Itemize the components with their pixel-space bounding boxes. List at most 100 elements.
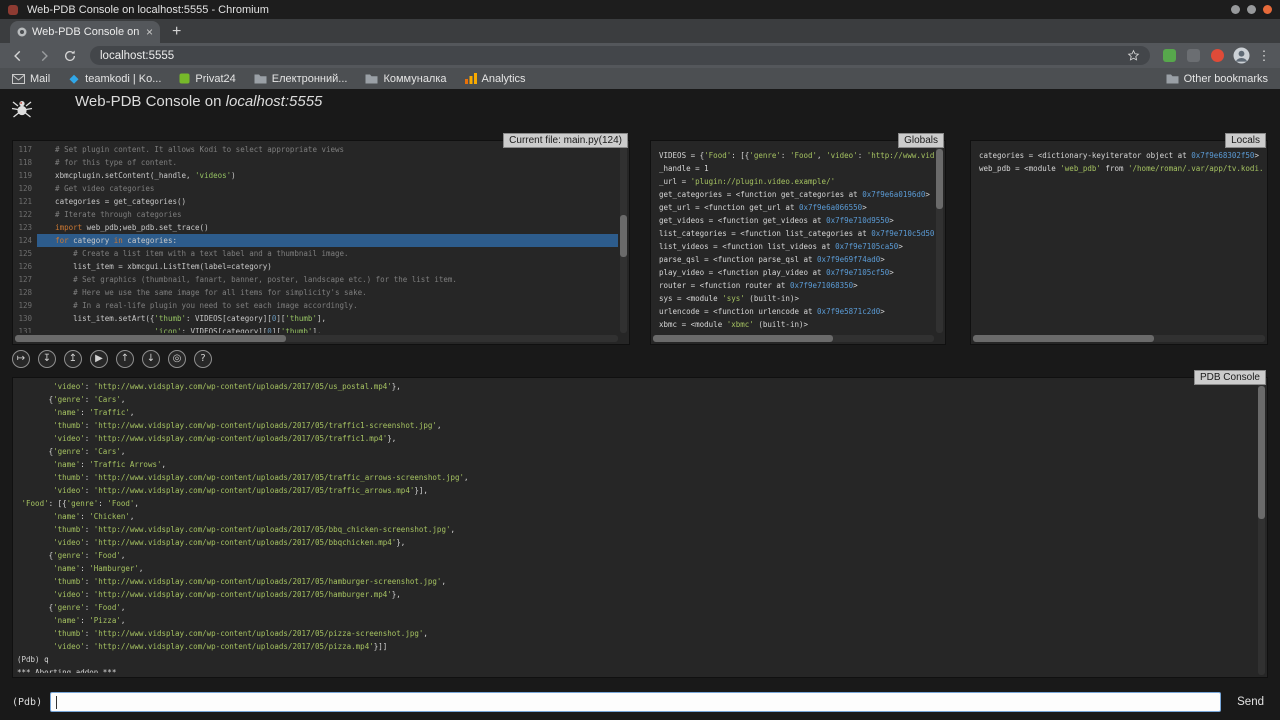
maximize-button[interactable] [1247, 5, 1256, 14]
output-line: sys = <module 'sys' (built-in)> [659, 292, 934, 305]
return-button[interactable]: ↥ [64, 350, 82, 368]
current-file-label: Current file: main.py(124) [503, 133, 628, 148]
output-line: parse_qsl = <function parse_qsl at 0x7f9… [659, 253, 934, 266]
line-number: 124 [15, 234, 37, 247]
bookmark-star-icon[interactable] [1127, 49, 1140, 62]
browser-tab[interactable]: Web-PDB Console on localhost:5555 × [10, 21, 160, 43]
send-button[interactable]: Send [1233, 694, 1268, 710]
output-line: 'Food': [{'genre': 'Food', [17, 497, 1256, 510]
window-close-button[interactable] [1263, 5, 1272, 14]
output-line: 'name': 'Traffic', [17, 406, 1256, 419]
bookmark-analytics[interactable]: Analytics [465, 73, 526, 85]
scrollbar-thumb[interactable] [653, 335, 833, 342]
locals-label: Locals [1225, 133, 1266, 148]
output-line: 'video': 'http://www.vidsplay.com/wp-con… [17, 380, 1256, 393]
globals-vertical-scrollbar[interactable] [936, 143, 943, 333]
output-line: (Pdb) q [17, 653, 1256, 666]
prompt-row: (Pdb) Send [12, 690, 1268, 714]
output-line: 'thumb': 'http://www.vidsplay.com/wp-con… [17, 419, 1256, 432]
output-line: _url = 'plugin://plugin.video.example/' [659, 175, 934, 188]
output-line: list_videos = <function list_videos at 0… [659, 240, 934, 253]
output-line: 'name': 'Hamburger', [17, 562, 1256, 575]
code-line: 131 'icon': VIDEOS[category][0]['thumb']… [15, 325, 618, 333]
bookmark-label: Електронний... [272, 73, 348, 85]
forward-icon[interactable] [34, 46, 54, 66]
line-number: 131 [15, 325, 37, 333]
output-line: {'genre': 'Cars', [17, 393, 1256, 406]
globals-list[interactable]: VIDEOS = {'Food': [{'genre': 'Food', 'vi… [659, 149, 934, 333]
down-button[interactable]: ↓ [142, 350, 160, 368]
code-horizontal-scrollbar[interactable] [15, 335, 618, 342]
scrollbar-thumb[interactable] [1258, 386, 1265, 519]
output-line: _handle = 1 [659, 162, 934, 175]
step-button[interactable]: ↧ [38, 350, 56, 368]
extension-icon-2[interactable] [1184, 47, 1202, 65]
code-view[interactable]: 117 # Set plugin content. It allows Kodi… [15, 143, 618, 333]
output-line: 'video': 'http://www.vidsplay.com/wp-con… [17, 588, 1256, 601]
extension-icon-1[interactable] [1160, 47, 1178, 65]
locals-list[interactable]: categories = <dictionary-keyiterator obj… [979, 149, 1263, 333]
bookmark-label: Analytics [482, 73, 526, 85]
code-line: 122 # Iterate through categories [15, 208, 618, 221]
console-output[interactable]: 'video': 'http://www.vidsplay.com/wp-con… [17, 380, 1256, 673]
minimize-button[interactable] [1231, 5, 1240, 14]
url-text[interactable]: localhost:5555 [100, 50, 1119, 62]
code-line: 130 list_item.setArt({'thumb': VIDEOS[ca… [15, 312, 618, 325]
code-line: 126 list_item = xbmcgui.ListItem(label=c… [15, 260, 618, 273]
folder-icon [254, 74, 267, 84]
browser-menu-icon[interactable]: ⋮ [1256, 48, 1272, 64]
output-line: urlencode = <function urlencode at 0x7f9… [659, 305, 934, 318]
bookmark-privat24[interactable]: Privat24 [179, 73, 235, 85]
bookmark-label: Privat24 [195, 73, 235, 85]
continue-button[interactable]: ▶ [90, 350, 108, 368]
output-line: 'video': 'http://www.vidsplay.com/wp-con… [17, 432, 1256, 445]
spider-logo-icon [10, 96, 34, 120]
back-icon[interactable] [8, 46, 28, 66]
console-vertical-scrollbar[interactable] [1258, 380, 1265, 675]
code-line: 125 # Create a list item with a text lab… [15, 247, 618, 260]
where-button[interactable]: ◎ [168, 350, 186, 368]
scrollbar-thumb[interactable] [936, 149, 943, 210]
globals-panel: Globals VIDEOS = {'Food': [{'genre': 'Fo… [650, 140, 946, 345]
globals-label: Globals [898, 133, 944, 148]
page-title-prefix: Web-PDB Console on [75, 93, 226, 110]
bookmark-mail[interactable]: Mail [12, 73, 50, 85]
avatar[interactable] [1232, 47, 1250, 65]
bookmark-kommunalka[interactable]: Коммуналка [365, 73, 446, 85]
help-button[interactable]: ? [194, 350, 212, 368]
next-button[interactable]: ↦ [12, 350, 30, 368]
analytics-icon [465, 73, 477, 84]
code-vertical-scrollbar[interactable] [620, 143, 627, 333]
line-number: 129 [15, 299, 37, 312]
scrollbar-thumb[interactable] [15, 335, 286, 342]
extension-icon-3[interactable] [1208, 47, 1226, 65]
bookmark-label: Коммуналка [383, 73, 446, 85]
new-tab-button[interactable]: + [172, 24, 181, 40]
pdb-prompt-label: (Pdb) [12, 697, 42, 708]
bookmark-electronic[interactable]: Електронний... [254, 73, 348, 85]
locals-horizontal-scrollbar[interactable] [973, 335, 1265, 342]
code-line: 118 # for this type of content. [15, 156, 618, 169]
scrollbar-thumb[interactable] [620, 215, 627, 257]
address-bar[interactable]: localhost:5555 [90, 46, 1150, 65]
output-line: get_videos = <function get_videos at 0x7… [659, 214, 934, 227]
reload-icon[interactable] [60, 46, 80, 66]
globals-horizontal-scrollbar[interactable] [653, 335, 934, 342]
other-bookmarks[interactable]: Other bookmarks [1166, 73, 1268, 85]
tab-close-icon[interactable]: × [146, 26, 153, 38]
output-line: 'thumb': 'http://www.vidsplay.com/wp-con… [17, 471, 1256, 484]
tab-favicon [17, 27, 27, 37]
bookmark-teamkodi[interactable]: teamkodi | Ko... [68, 73, 161, 85]
code-line: 121 categories = get_categories() [15, 195, 618, 208]
web-pdb-page: Web-PDB Console on localhost:5555 Curren… [0, 89, 1280, 720]
line-number: 123 [15, 221, 37, 234]
output-line: get_categories = <function get_categorie… [659, 188, 934, 201]
output-line: 'name': 'Traffic Arrows', [17, 458, 1256, 471]
os-titlebar: Web-PDB Console on localhost:5555 - Chro… [0, 0, 1280, 19]
command-input-field[interactable] [50, 692, 1221, 712]
scrollbar-thumb[interactable] [973, 335, 1154, 342]
output-line: 'thumb': 'http://www.vidsplay.com/wp-con… [17, 627, 1256, 640]
pdb-command-input[interactable] [51, 693, 1220, 711]
pdb-console-panel: PDB Console 'video': 'http://www.vidspla… [12, 377, 1268, 678]
up-button[interactable]: ↑ [116, 350, 134, 368]
